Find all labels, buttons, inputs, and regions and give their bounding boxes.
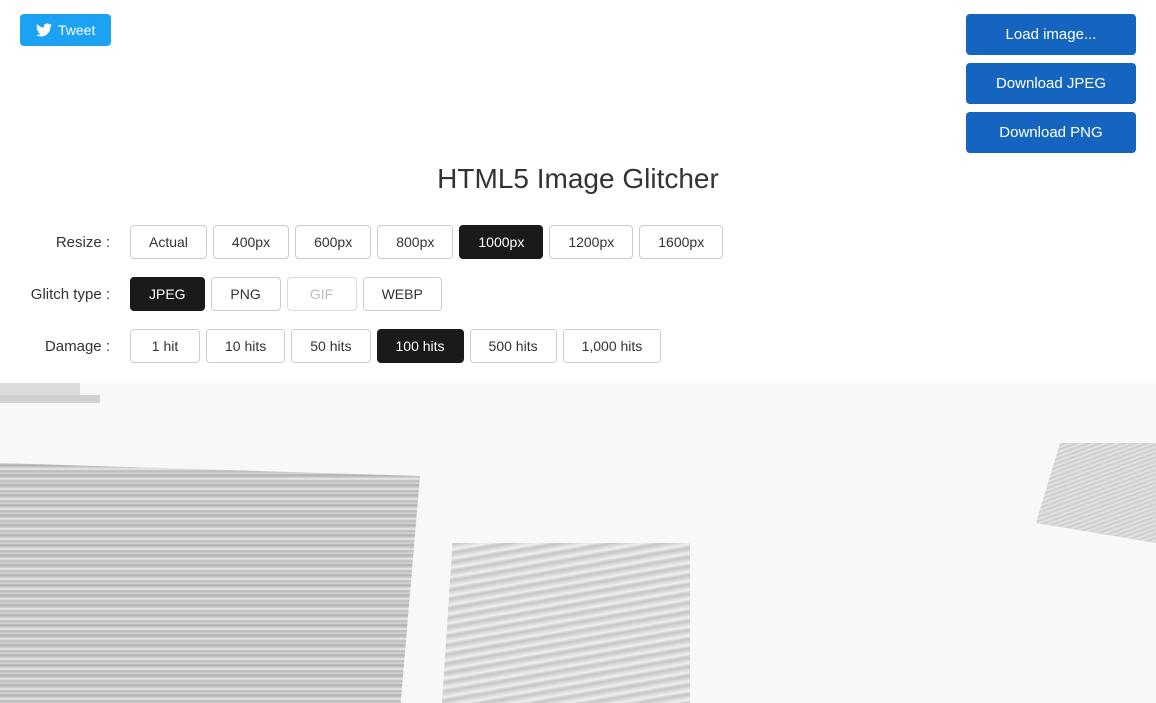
resize-1600px[interactable]: 1600px	[639, 225, 723, 259]
canvas-area	[0, 383, 1156, 703]
glitch-stripe-2	[0, 395, 100, 403]
damage-50hits[interactable]: 50 hits	[291, 329, 370, 363]
resize-400px[interactable]: 400px	[213, 225, 289, 259]
damage-100hits[interactable]: 100 hits	[377, 329, 464, 363]
resize-label: Resize :	[30, 234, 120, 251]
twitter-icon	[36, 22, 52, 38]
right-buttons: Load image... Download JPEG Download PNG	[966, 14, 1136, 153]
glitch-jpeg[interactable]: JPEG	[130, 277, 205, 311]
resize-1200px[interactable]: 1200px	[549, 225, 633, 259]
damage-btn-group: 1 hit 10 hits 50 hits 100 hits 500 hits …	[130, 329, 661, 363]
damage-row: Damage : 1 hit 10 hits 50 hits 100 hits …	[30, 329, 1126, 363]
glitch-fragment-left	[0, 463, 420, 703]
glitch-fragment-mid	[440, 543, 690, 703]
download-png-button[interactable]: Download PNG	[966, 112, 1136, 153]
glitch-stripe-1	[0, 383, 80, 395]
resize-800px[interactable]: 800px	[377, 225, 453, 259]
damage-label: Damage :	[30, 338, 120, 355]
tweet-label: Tweet	[58, 22, 95, 38]
resize-actual[interactable]: Actual	[130, 225, 207, 259]
download-jpeg-button[interactable]: Download JPEG	[966, 63, 1136, 104]
damage-500hits[interactable]: 500 hits	[470, 329, 557, 363]
top-bar: Tweet Load image... Download JPEG Downlo…	[0, 0, 1156, 153]
controls-panel: Resize : Actual 400px 600px 800px 1000px…	[0, 225, 1156, 363]
resize-btn-group: Actual 400px 600px 800px 1000px 1200px 1…	[130, 225, 723, 259]
glitch-image-container	[0, 383, 1156, 703]
glitch-type-row: Glitch type : JPEG PNG GIF WEBP	[30, 277, 1126, 311]
glitch-type-label: Glitch type :	[30, 286, 120, 303]
resize-600px[interactable]: 600px	[295, 225, 371, 259]
damage-10hits[interactable]: 10 hits	[206, 329, 285, 363]
resize-row: Resize : Actual 400px 600px 800px 1000px…	[30, 225, 1126, 259]
glitch-fragment-top-right	[1036, 443, 1156, 543]
glitch-png[interactable]: PNG	[211, 277, 281, 311]
page-title: HTML5 Image Glitcher	[0, 163, 1156, 195]
damage-1hit[interactable]: 1 hit	[130, 329, 200, 363]
tweet-button[interactable]: Tweet	[20, 14, 111, 46]
damage-1000hits[interactable]: 1,000 hits	[563, 329, 662, 363]
glitch-webp[interactable]: WEBP	[363, 277, 442, 311]
glitch-type-btn-group: JPEG PNG GIF WEBP	[130, 277, 442, 311]
resize-1000px[interactable]: 1000px	[459, 225, 543, 259]
load-image-button[interactable]: Load image...	[966, 14, 1136, 55]
glitch-gif: GIF	[287, 277, 357, 311]
